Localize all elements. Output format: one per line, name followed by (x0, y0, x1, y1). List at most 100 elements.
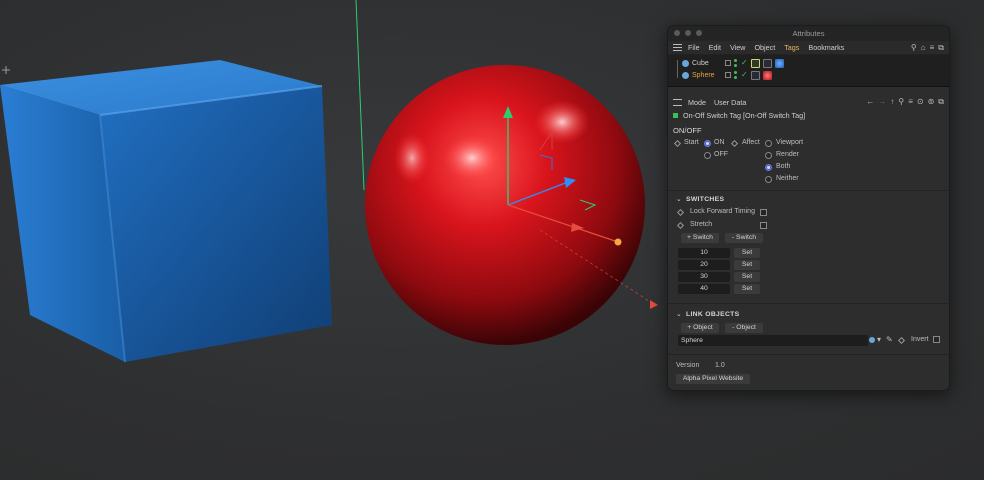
object-list: Cube ✓ Sphere ✓ (668, 55, 949, 87)
invert-label: Invert (911, 336, 929, 343)
start-on-label: ON (714, 139, 725, 146)
start-off-label: OFF (714, 151, 728, 158)
link-objects-section: LINK OBJECTS + Object - Object Sphere ▾ … (668, 308, 949, 346)
close-window-button[interactable] (674, 30, 680, 36)
new-window-icon[interactable]: ⧉ (938, 43, 944, 53)
invert-checkbox[interactable] (933, 336, 940, 343)
menu-file[interactable]: File (688, 43, 700, 52)
divider (668, 354, 949, 355)
divider (668, 303, 949, 304)
enabled-check-icon[interactable]: ✓ (741, 59, 748, 67)
affect-viewport-radio[interactable] (765, 140, 772, 147)
lock-icon[interactable]: ⊙ (917, 97, 924, 107)
lock-forward-timing-checkbox[interactable] (760, 209, 767, 216)
keyframe-diamond-icon[interactable] (730, 139, 739, 148)
filter-icon[interactable]: ≡ (908, 97, 913, 107)
menu-edit[interactable]: Edit (709, 43, 721, 52)
texture-tag-icon[interactable] (750, 70, 760, 80)
start-label: Start (684, 139, 699, 146)
menu-object[interactable]: Object (754, 43, 775, 52)
hamburger-icon[interactable] (673, 44, 682, 51)
material-tag-icon[interactable] (762, 70, 772, 80)
affect-neither-radio[interactable] (765, 176, 772, 183)
menu-bookmarks[interactable]: Bookmarks (808, 43, 844, 52)
dropdown-arrow-icon[interactable]: ▾ (877, 335, 881, 344)
menu-tags[interactable]: Tags (784, 43, 799, 52)
up-arrow-icon[interactable]: ↑ (890, 97, 894, 107)
affect-render-radio[interactable] (765, 152, 772, 159)
add-object-button[interactable]: + Object (681, 323, 719, 333)
keyframe-diamond-icon[interactable] (676, 221, 685, 230)
keyframe-diamond-icon[interactable] (897, 336, 906, 345)
object-row-cube[interactable]: Cube ✓ (682, 57, 949, 69)
texture-tag-icon[interactable] (762, 58, 772, 68)
menu-view[interactable]: View (730, 43, 745, 52)
panel-titlebar[interactable]: Attributes (668, 26, 949, 41)
forward-arrow-icon[interactable]: → (878, 97, 886, 107)
affect-label: Affect (742, 139, 760, 146)
set-button[interactable]: Set (734, 284, 760, 294)
footer-section: Version 1.0 Alpha Pixel Website (668, 359, 949, 389)
affect-both-radio[interactable] (765, 164, 772, 171)
switch-frame-field[interactable]: 40 (678, 284, 730, 294)
switches-group-header[interactable]: SWITCHES (676, 195, 724, 203)
panel-title: Attributes (792, 29, 825, 38)
filter-icon[interactable]: ≡ (930, 43, 935, 53)
material-tag-icon[interactable] (774, 58, 784, 68)
viewport-crosshair (2, 66, 10, 74)
start-on-radio[interactable] (704, 140, 711, 147)
minimize-window-button[interactable] (685, 30, 691, 36)
switches-section: SWITCHES Lock Forward Timing Stretch + S… (668, 195, 949, 299)
visibility-dots-icon[interactable] (734, 71, 738, 79)
enabled-check-icon[interactable]: ✓ (741, 71, 748, 79)
hamburger-icon[interactable] (673, 98, 682, 106)
search-icon[interactable]: ⚲ (898, 97, 904, 107)
picker-icon[interactable]: ✎ (886, 335, 893, 344)
divider (668, 190, 949, 191)
switch-frame-field[interactable]: 10 (678, 248, 730, 258)
layer-icon[interactable] (725, 60, 731, 66)
object-type-icon (869, 337, 875, 343)
back-arrow-icon[interactable]: ← (866, 97, 874, 107)
affect-viewport-label: Viewport (776, 139, 804, 146)
object-name[interactable]: Sphere (692, 72, 722, 79)
visibility-dots-icon[interactable] (734, 59, 738, 67)
sphere-object (365, 65, 645, 345)
set-button[interactable]: Set (734, 248, 760, 258)
set-button[interactable]: Set (734, 272, 760, 282)
search-icon[interactable]: ⚲ (911, 43, 917, 53)
layer-icon[interactable] (725, 72, 731, 78)
new-window-icon[interactable]: ⧉ (938, 97, 944, 107)
mode-menu[interactable]: Mode (688, 98, 706, 107)
affect-render-label: Render (776, 151, 799, 158)
website-button[interactable]: Alpha Pixel Website (676, 374, 750, 384)
link-objects-group-header[interactable]: LINK OBJECTS (676, 310, 739, 318)
onoff-tag-icon[interactable] (750, 58, 760, 68)
affect-both-label: Both (776, 163, 791, 170)
attributes-panel: Attributes File Edit View Object Tags Bo… (667, 25, 950, 391)
add-switch-button[interactable]: + Switch (681, 233, 719, 243)
onoff-section: Start ON OFF Affect Viewport Render Both… (668, 138, 949, 186)
remove-switch-button[interactable]: - Switch (725, 233, 763, 243)
home-icon[interactable]: ⌂ (921, 43, 926, 53)
cube-object (0, 60, 332, 363)
switch-frame-field[interactable]: 30 (678, 272, 730, 282)
keyframe-diamond-icon[interactable] (676, 208, 685, 217)
object-row-sphere[interactable]: Sphere ✓ (682, 69, 949, 81)
stretch-checkbox[interactable] (760, 222, 767, 229)
user-data-menu[interactable]: User Data (714, 98, 746, 107)
start-off-radio[interactable] (704, 152, 711, 159)
remove-object-button[interactable]: - Object (725, 323, 763, 333)
window-controls (674, 30, 702, 36)
object-name[interactable]: Cube (692, 60, 722, 67)
cube-icon (682, 59, 689, 67)
switch-frame-field[interactable]: 20 (678, 260, 730, 270)
set-button[interactable]: Set (734, 260, 760, 270)
mode-bar: Mode User Data ← → ↑ ⚲ ≡ ⊙ ⊚ ⧉ (668, 95, 949, 109)
keyframe-diamond-icon[interactable] (673, 139, 682, 148)
version-label: Version (676, 362, 700, 369)
onoff-heading: ON/OFF (673, 126, 702, 135)
link-object-field[interactable]: Sphere (678, 335, 868, 346)
settings-icon[interactable]: ⊚ (928, 97, 935, 107)
maximize-window-button[interactable] (696, 30, 702, 36)
